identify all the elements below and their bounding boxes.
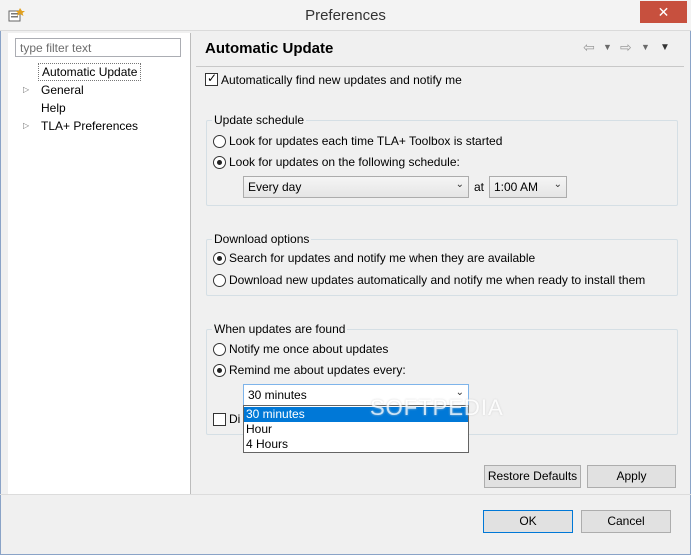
dropdown-option-hour[interactable]: Hour	[244, 422, 468, 437]
window-title: Preferences	[305, 7, 386, 24]
apply-button[interactable]: Apply	[587, 465, 676, 488]
forward-arrow-icon[interactable]: ⇨	[620, 39, 632, 56]
expand-arrow-icon[interactable]: ▷	[23, 117, 29, 135]
auto-find-checkbox[interactable]: ✓	[205, 71, 218, 86]
softpedia-watermark: SOFTPEDIA	[370, 395, 504, 420]
hidden-option-checkbox[interactable]	[213, 413, 226, 426]
download-auto-label: Download new updates automatically and n…	[229, 273, 646, 287]
dropdown-option-4-hours[interactable]: 4 Hours	[244, 437, 468, 452]
updates-found-title: When updates are found	[212, 322, 348, 336]
filter-input[interactable]	[15, 38, 181, 57]
restore-defaults-button[interactable]: Restore Defaults	[484, 465, 581, 488]
schedule-day-value: Every day	[248, 180, 302, 194]
update-schedule-title: Update schedule	[212, 113, 307, 127]
schedule-time-select[interactable]: 1:00 AM ⌄	[489, 176, 567, 198]
back-arrow-icon[interactable]: ⇦	[583, 39, 595, 56]
close-window-button[interactable]: ✕	[640, 1, 687, 23]
schedule-custom-radio[interactable]	[213, 156, 226, 169]
close-icon: ✕	[657, 4, 670, 20]
schedule-time-value: 1:00 AM	[494, 180, 539, 194]
view-menu-icon[interactable]: ▼	[660, 42, 670, 53]
preference-tree-pane: Automatic Update ▷ General Help ▷ TLA+ P…	[8, 33, 191, 494]
schedule-startup-label: Look for updates each time TLA+ Toolbox …	[229, 134, 503, 148]
checkmark-icon: ✓	[207, 71, 218, 85]
download-options-title: Download options	[212, 232, 312, 246]
radio-selected-dot	[217, 256, 222, 261]
title-bar: Preferences ✕	[0, 0, 691, 31]
ok-button[interactable]: OK	[483, 510, 573, 533]
tree-item-label: Automatic Update	[38, 63, 142, 81]
download-notify-label: Search for updates and notify me when th…	[229, 251, 536, 265]
remind-every-label: Remind me about updates every:	[229, 363, 406, 377]
expand-arrow-icon[interactable]: ▷	[23, 81, 29, 99]
radio-selected-dot	[217, 160, 222, 165]
notify-once-radio[interactable]	[213, 343, 226, 356]
header-divider	[196, 66, 684, 67]
tree-item-label: General	[41, 83, 84, 97]
page-title: Automatic Update	[205, 40, 334, 57]
schedule-custom-label: Look for updates on the following schedu…	[229, 155, 460, 169]
forward-history-dropdown-icon[interactable]: ▼	[641, 42, 650, 52]
back-history-dropdown-icon[interactable]: ▼	[603, 42, 612, 52]
remind-interval-value: 30 minutes	[248, 388, 307, 402]
tree-item-label: TLA+ Preferences	[41, 119, 139, 133]
at-label: at	[474, 180, 485, 194]
hidden-option-label: Di	[229, 412, 241, 426]
cancel-button[interactable]: Cancel	[581, 510, 671, 533]
radio-selected-dot	[217, 368, 222, 373]
chevron-down-icon: ⌄	[455, 179, 464, 190]
bottom-divider	[0, 494, 691, 495]
notify-once-label: Notify me once about updates	[229, 342, 389, 356]
chevron-down-icon: ⌄	[553, 179, 562, 190]
download-auto-radio[interactable]	[213, 274, 226, 287]
remind-every-radio[interactable]	[213, 364, 226, 377]
download-notify-radio[interactable]	[213, 252, 226, 265]
schedule-startup-radio[interactable]	[213, 135, 226, 148]
download-options-group	[206, 239, 678, 296]
auto-find-label: Automatically find new updates and notif…	[221, 73, 462, 87]
tree-item-label: Help	[41, 101, 66, 115]
schedule-day-select[interactable]: Every day ⌄	[243, 176, 469, 198]
